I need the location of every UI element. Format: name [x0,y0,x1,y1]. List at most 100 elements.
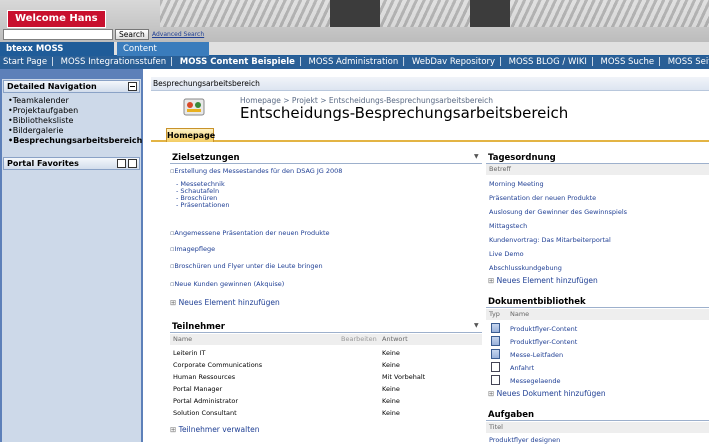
page-title: Entscheidungs-Besprechungsarbeitsbereich [240,104,569,122]
menu-icon[interactable] [117,159,126,168]
ziel-item-label: Erstellung des Messestandes für den DSAG… [174,167,343,175]
divider [486,307,709,308]
teilnehmer-antwort: Keine [382,397,400,405]
document-icon [491,362,500,372]
nav-moss-seiten-strukturen[interactable]: MOSS Seiten Strukturen [668,56,709,69]
ziel-item[interactable]: ▫Erstellung des Messestandes für den DSA… [170,167,342,175]
search-button[interactable]: Search [115,29,149,40]
ziel-item[interactable]: ▫Neue Kunden gewinnen (Akquise) [170,280,284,288]
teilnehmer-name: Solution Consultant [173,409,237,417]
document-link[interactable]: Messe-Leitfaden [510,351,563,359]
document-link[interactable]: Produktflyer-Content [510,325,577,333]
nav-moss-content-beispiele[interactable]: MOSS Content Beispiele [180,56,295,69]
teilnehmer-name: Portal Manager [173,385,223,393]
tab-btexx-moss-integration[interactable]: btexx MOSS Integration [0,42,114,68]
detailed-navigation-title: Detailed Navigation [7,82,97,91]
col-bearbeiten[interactable]: Bearbeiten [341,334,377,345]
ziel-item[interactable]: ▫Imagepflege [170,245,215,253]
detailed-navigation-header: Detailed Navigation [3,80,140,93]
restore-icon[interactable] [128,159,137,168]
add-agenda-label: Neues Element hinzufügen [496,276,598,285]
workspace-icon-dot [195,102,201,108]
ziel-item-label: Imagepflege [174,245,216,253]
nav-item-teamkalender[interactable]: Teamkalender [8,96,142,106]
tab-content-administration[interactable]: Content Administration [117,42,209,68]
divider [170,163,482,164]
manage-participants-link[interactable]: ⊞ Teilnehmer verwalten [170,425,260,434]
tagesordnung-title: Tagesordnung [488,153,556,163]
teilnehmer-name: Corporate Communications [173,361,263,369]
task-item[interactable]: Produktflyer designen [489,436,560,444]
dokumente-header-row: Typ Name [486,309,709,320]
welcome-button[interactable]: Welcome Hans Moss [7,10,106,40]
teilnehmer-title: Teilnehmer [172,322,225,332]
ziel-item[interactable]: ▫Broschüren und Flyer unter die Leute br… [170,262,323,270]
dokumentbibliothek-title: Dokumentbibliothek [488,297,586,307]
agenda-item[interactable]: Abschlusskundgebung [489,264,562,272]
nav-item-besprechungsarbeitsbereich[interactable]: Besprechungsarbeitsbereich [8,136,142,146]
agenda-item[interactable]: Morning Meeting [489,180,544,188]
tagesordnung-header[interactable]: Betreff [486,164,709,175]
web-part-menu-icon[interactable]: ▼ [474,153,479,160]
divider [170,332,482,333]
agenda-item[interactable]: Live Demo [489,250,524,258]
document-icon [491,375,500,385]
col-name[interactable]: Name [510,309,529,320]
col-antwort[interactable]: Antwort [382,334,408,345]
add-element-link[interactable]: ⊞ Neues Element hinzufügen [170,298,280,307]
word-document-icon [491,336,500,346]
ziel-item[interactable]: ▫Angemessene Präsentation der neuen Prod… [170,229,330,237]
document-link[interactable]: Anfahrt [510,364,534,372]
ziel-item-label: Angemessene Präsentation der neuen Produ… [174,229,330,237]
teilnehmer-antwort: Keine [382,409,400,417]
detailed-navigation-list: Teamkalender Projektaufgaben Bibliotheks… [8,96,143,146]
workspace-icon-dot [187,102,193,108]
add-agenda-link[interactable]: ⊞ Neues Element hinzufügen [488,276,598,285]
banner-dark-block [470,0,510,27]
advanced-search-link[interactable]: Advanced Search [152,31,204,38]
banner-dark-block [330,0,380,27]
workspace-icon-bar [187,109,201,112]
agenda-item[interactable]: Mittagstech [489,222,527,230]
document-link[interactable]: Produktflyer-Content [510,338,577,346]
add-document-label: Neues Dokument hinzufügen [496,389,606,398]
add-element-label: Neues Element hinzufügen [178,298,280,307]
col-typ[interactable]: Typ [489,309,500,320]
agenda-item[interactable]: Präsentation der neuen Produkte [489,194,596,202]
web-part-title-bar: Besprechungsarbeitsbereich [151,77,709,91]
nav-item-projektaufgaben[interactable]: Projektaufgaben [8,106,142,116]
nav-start-page[interactable]: Start Page [3,56,47,69]
search-input[interactable] [3,29,113,40]
col-name[interactable]: Name [173,334,192,345]
add-document-link[interactable]: ⊞ Neues Dokument hinzufügen [488,389,606,398]
agenda-item[interactable]: Auslosung der Gewinner des Gewinnspiels [489,208,627,216]
nav-item-bibliotheksliste[interactable]: Bibliotheksliste [8,116,142,126]
word-document-icon [491,349,500,359]
zielsetzungen-title: Zielsetzungen [172,153,240,163]
ziel-item-label: Neue Kunden gewinnen (Akquise) [174,280,285,288]
teilnehmer-antwort: Mit Vorbehalt [382,373,426,381]
site-tab-bar: btexx MOSS Integration Content Administr… [0,42,709,68]
nav-moss-suche[interactable]: MOSS Suche [601,56,655,69]
agenda-item[interactable]: Kundenvortrag: Das Mitarbeiterportal [489,236,611,244]
tab-homepage[interactable]: Homepage [166,128,215,142]
workspace-icon-frame [183,98,205,116]
page-tabs [151,127,709,142]
nav-moss-administration[interactable]: MOSS Administration [309,56,399,69]
teilnehmer-name: Leiterin IT [173,349,206,357]
teilnehmer-name: Human Ressources [173,373,236,381]
divider [486,420,709,421]
nav-moss-integrationsstufen[interactable]: MOSS Integrationsstufen [61,56,167,69]
aufgaben-header[interactable]: Titel [486,422,709,433]
manage-participants-label: Teilnehmer verwalten [178,425,260,434]
minimize-icon[interactable] [128,82,137,91]
ziel-sub-item: - Präsentationen [176,201,230,209]
nav-webdav-repository[interactable]: WebDav Repository [412,56,495,69]
portal-favorites-title: Portal Favorites [7,159,79,168]
web-part-menu-icon[interactable]: ▼ [474,322,479,329]
nav-item-bildergalerie[interactable]: Bildergalerie [8,126,142,136]
word-document-icon [491,323,500,333]
document-link[interactable]: Messegelaende [510,377,561,385]
nav-moss-blog-wiki[interactable]: MOSS BLOG / WIKI [509,56,587,69]
teilnehmer-antwort: Keine [382,349,400,357]
